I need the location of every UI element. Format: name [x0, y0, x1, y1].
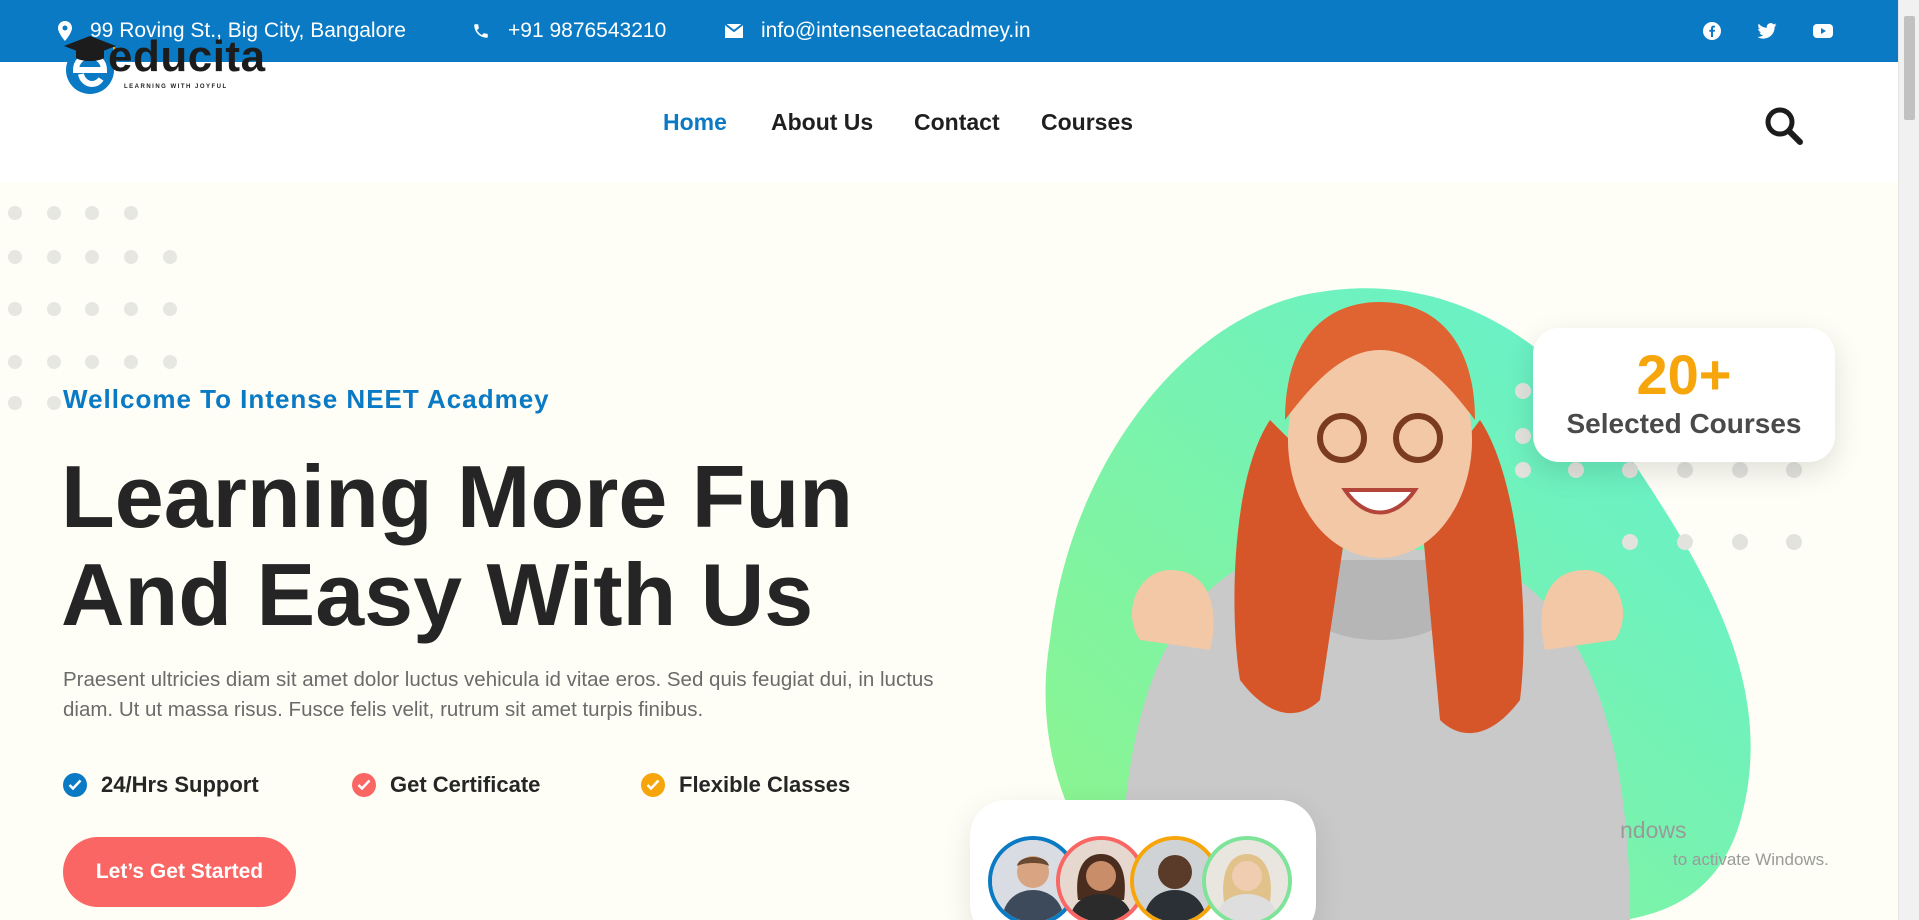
phone-text[interactable]: +91 9876543210 — [508, 19, 666, 43]
page-scrollbar[interactable] — [1898, 0, 1919, 920]
youtube-icon[interactable] — [1810, 0, 1836, 62]
email-text[interactable]: info@intenseneetacadmey.in — [761, 19, 1031, 43]
nav-about-us[interactable]: About Us — [771, 62, 873, 182]
headline-line-1: Learning More Fun — [61, 447, 853, 546]
avatar — [1202, 836, 1292, 920]
logo-wordmark: educita — [108, 32, 266, 81]
phone-icon — [474, 24, 488, 38]
nav-courses[interactable]: Courses — [1041, 62, 1133, 182]
welcome-subtitle: Wellcome To Intense NEET Acadmey — [63, 384, 550, 414]
logo-tagline: LEARNING WITH JOYFUL — [124, 84, 228, 90]
email-item[interactable]: info@intenseneetacadmey.in — [725, 0, 1031, 62]
selected-courses-card: 20+ Selected Courses — [1533, 328, 1835, 462]
site-logo[interactable]: educita LEARNING WITH JOYFUL — [62, 28, 265, 98]
feature-flexible-classes: Flexible Classes — [641, 772, 850, 798]
activate-windows-title: ndows — [1620, 817, 1687, 843]
feature-certificate: Get Certificate — [352, 772, 540, 798]
envelope-icon — [725, 24, 743, 38]
feature-label: 24/Hrs Support — [101, 772, 259, 797]
check-circle-icon — [641, 773, 665, 797]
scrollbar-thumb[interactable] — [1904, 16, 1915, 120]
activate-windows-text: to activate Windows. — [1673, 850, 1829, 869]
feature-support: 24/Hrs Support — [63, 772, 259, 798]
nav-contact[interactable]: Contact — [914, 62, 1000, 182]
get-started-button[interactable]: Let’s Get Started — [63, 837, 296, 907]
nav-home[interactable]: Home — [663, 62, 727, 182]
hero-description: Praesent ultricies diam sit amet dolor l… — [63, 668, 934, 721]
top-contact-bar: 99 Roving St., Big City, Bangalore +91 9… — [0, 0, 1898, 62]
twitter-icon[interactable] — [1754, 0, 1780, 62]
courses-count: 20+ — [1636, 343, 1732, 406]
feature-label: Flexible Classes — [679, 772, 851, 797]
headline-line-2: And Easy With Us — [61, 545, 814, 644]
phone-item[interactable]: +91 9876543210 — [472, 0, 666, 62]
courses-label: Selected Courses — [1566, 408, 1802, 439]
facebook-icon[interactable] — [1699, 0, 1725, 62]
check-circle-icon — [352, 773, 376, 797]
search-icon[interactable] — [1762, 104, 1806, 148]
hero-headline: Learning More Fun And Easy With Us — [61, 448, 853, 644]
check-circle-icon — [63, 773, 87, 797]
feature-label: Get Certificate — [390, 772, 541, 797]
